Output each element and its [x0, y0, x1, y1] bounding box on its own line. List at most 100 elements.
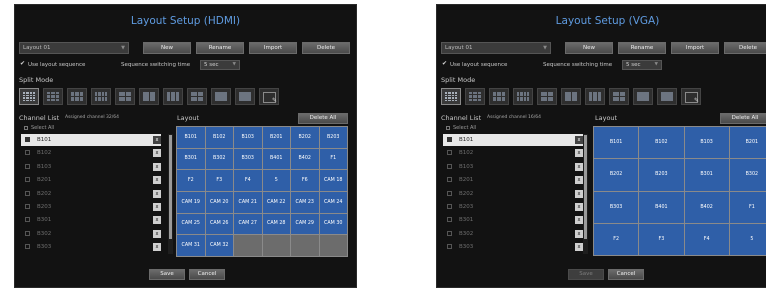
- remove-channel-button[interactable]: x: [575, 149, 583, 158]
- layout-cell-empty[interactable]: [262, 235, 290, 256]
- layout-cell[interactable]: CAM 22: [262, 191, 290, 213]
- delete-all-button[interactable]: Delete All: [298, 113, 348, 124]
- scrollbar-thumb[interactable]: [169, 135, 172, 239]
- split-mode-button[interactable]: [115, 88, 135, 105]
- channel-list-item[interactable]: B202 x: [21, 188, 161, 200]
- remove-channel-button[interactable]: x: [153, 229, 161, 238]
- layout-cell[interactable]: CAM 32: [205, 235, 233, 256]
- channel-list-item[interactable]: B202 x: [443, 188, 583, 200]
- split-mode-button[interactable]: [43, 88, 63, 105]
- split-mode-button[interactable]: [187, 88, 207, 105]
- channel-checkbox[interactable]: [25, 177, 30, 183]
- layout-cell[interactable]: CAM 19: [177, 191, 205, 213]
- channel-checkbox[interactable]: [447, 230, 452, 236]
- remove-channel-button[interactable]: x: [575, 216, 583, 225]
- channel-list-item[interactable]: B203 x: [443, 201, 583, 213]
- delete-button[interactable]: Delete: [302, 42, 350, 54]
- layout-cell[interactable]: B303: [594, 191, 639, 223]
- layout-cell[interactable]: CAM 31: [177, 235, 205, 256]
- channel-checkbox[interactable]: [447, 137, 452, 142]
- split-mode-button[interactable]: [163, 88, 183, 105]
- layout-cell[interactable]: 5: [729, 223, 766, 255]
- remove-channel-button[interactable]: x: [153, 203, 161, 211]
- split-mode-button[interactable]: [489, 88, 509, 105]
- channel-list-item[interactable]: B201 x: [443, 174, 583, 186]
- remove-channel-button[interactable]: x: [575, 243, 583, 252]
- layout-cell[interactable]: B102: [639, 127, 684, 159]
- switching-time-select[interactable]: 5 sec ▼: [200, 60, 240, 70]
- split-mode-button[interactable]: [585, 88, 605, 105]
- split-mode-button[interactable]: [537, 88, 557, 105]
- layout-cell-empty[interactable]: [234, 235, 262, 256]
- channel-list-item[interactable]: B101 x: [443, 134, 583, 146]
- split-mode-button[interactable]: ✎: [681, 88, 701, 105]
- scrollbar-thumb[interactable]: [584, 135, 587, 239]
- layout-cell[interactable]: F3: [205, 170, 233, 191]
- channel-list-item[interactable]: B101 x: [21, 134, 161, 146]
- channel-checkbox[interactable]: [447, 150, 452, 156]
- layout-cell[interactable]: CAM 28: [262, 213, 290, 235]
- layout-cell[interactable]: B202: [291, 127, 319, 148]
- remove-channel-button[interactable]: x: [575, 136, 583, 144]
- switching-time-select[interactable]: 5 sec ▼: [622, 60, 662, 70]
- split-mode-button[interactable]: [609, 88, 629, 105]
- cancel-button[interactable]: Cancel: [189, 269, 225, 280]
- layout-cell[interactable]: B302: [205, 148, 233, 170]
- split-mode-button[interactable]: [465, 88, 485, 105]
- layout-cell-empty[interactable]: [291, 235, 319, 256]
- delete-all-button[interactable]: Delete All: [720, 113, 766, 124]
- remove-channel-button[interactable]: x: [575, 203, 583, 211]
- channel-checkbox[interactable]: [25, 150, 30, 156]
- remove-channel-button[interactable]: x: [153, 136, 161, 144]
- layout-cell[interactable]: CAM 27: [234, 213, 262, 235]
- layout-cell-empty[interactable]: [319, 235, 347, 256]
- layout-cell[interactable]: B402: [684, 191, 729, 223]
- remove-channel-button[interactable]: x: [153, 149, 161, 158]
- channel-checkbox[interactable]: [25, 230, 30, 236]
- channel-list-scrollbar[interactable]: [583, 134, 588, 254]
- rename-button[interactable]: Rename: [618, 42, 666, 54]
- layout-select[interactable]: Layout 01 ▼: [441, 42, 551, 54]
- remove-channel-button[interactable]: x: [575, 162, 583, 171]
- channel-list-item[interactable]: B103 x: [443, 161, 583, 173]
- layout-cell[interactable]: B103: [684, 127, 729, 159]
- remove-channel-button[interactable]: x: [153, 176, 161, 185]
- channel-checkbox[interactable]: [447, 163, 452, 169]
- layout-cell[interactable]: CAM 30: [319, 213, 347, 235]
- channel-list-item[interactable]: B301 x: [21, 214, 161, 226]
- new-button[interactable]: New: [565, 42, 613, 54]
- layout-cell[interactable]: B101: [177, 127, 205, 148]
- channel-list-item[interactable]: B102 x: [21, 147, 161, 159]
- split-mode-button[interactable]: [561, 88, 581, 105]
- channel-checkbox[interactable]: [25, 137, 30, 142]
- layout-cell[interactable]: CAM 21: [234, 191, 262, 213]
- channel-checkbox[interactable]: [447, 177, 452, 183]
- layout-cell[interactable]: B402: [291, 148, 319, 170]
- use-sequence-checkbox[interactable]: ✔: [442, 60, 447, 67]
- split-mode-button[interactable]: [441, 88, 461, 105]
- layout-cell[interactable]: B203: [319, 127, 347, 148]
- split-mode-button[interactable]: [657, 88, 677, 105]
- import-button[interactable]: Import: [249, 42, 297, 54]
- split-mode-button[interactable]: [235, 88, 255, 105]
- layout-cell[interactable]: B302: [729, 159, 766, 191]
- split-mode-button[interactable]: [139, 88, 159, 105]
- remove-channel-button[interactable]: x: [575, 189, 583, 198]
- save-button[interactable]: Save: [149, 269, 185, 280]
- layout-select[interactable]: Layout 01 ▼: [19, 42, 129, 54]
- channel-list-scrollbar[interactable]: [168, 134, 173, 254]
- channel-checkbox[interactable]: [25, 190, 30, 196]
- remove-channel-button[interactable]: x: [153, 189, 161, 198]
- layout-cell[interactable]: F4: [684, 223, 729, 255]
- layout-cell[interactable]: F4: [234, 170, 262, 191]
- layout-cell[interactable]: B301: [177, 148, 205, 170]
- layout-cell[interactable]: CAM 29: [291, 213, 319, 235]
- split-mode-button[interactable]: [633, 88, 653, 105]
- layout-cell[interactable]: B101: [594, 127, 639, 159]
- layout-cell[interactable]: CAM 25: [177, 213, 205, 235]
- use-sequence-checkbox[interactable]: ✔: [20, 60, 25, 67]
- channel-list-item[interactable]: B103 x: [21, 161, 161, 173]
- channel-list-item[interactable]: B303 x: [443, 241, 583, 253]
- channel-checkbox[interactable]: [447, 204, 452, 209]
- layout-cell[interactable]: B102: [205, 127, 233, 148]
